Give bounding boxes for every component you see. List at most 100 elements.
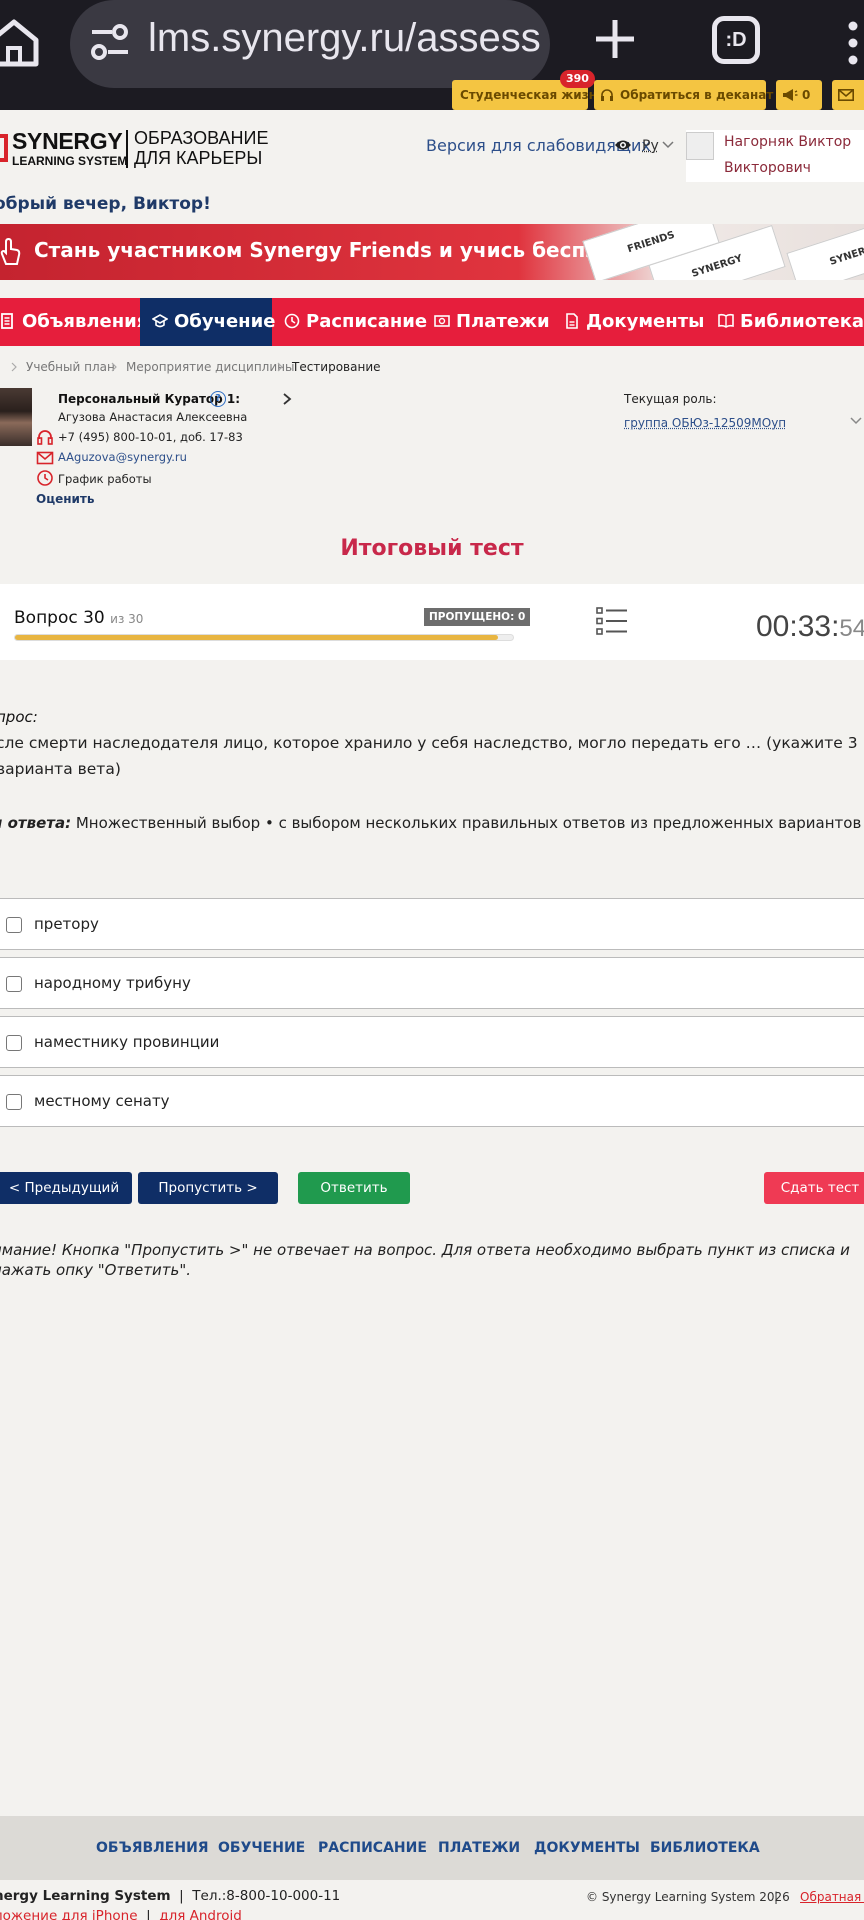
footer-phone[interactable]: Тел.:8-800-10-000-11 bbox=[192, 1888, 340, 1904]
user-name-first[interactable]: Нагорняк Виктор bbox=[724, 134, 851, 150]
nav-item-payments[interactable]: Платежи bbox=[434, 298, 546, 346]
footer-link-announcements[interactable]: ОБЪЯВЛЕНИЯ bbox=[96, 1840, 209, 1856]
footer-link-payments[interactable]: ПЛАТЕЖИ bbox=[438, 1840, 520, 1856]
answer-option[interactable]: местному сенату bbox=[0, 1075, 864, 1127]
contact-dean-button[interactable]: Обратиться в деканат 7 bbox=[594, 80, 766, 110]
chevron-down-icon[interactable] bbox=[662, 140, 674, 150]
banner-card: SYNERGY bbox=[786, 224, 864, 280]
help-icon[interactable]: ? bbox=[210, 391, 226, 407]
footer-link-learning[interactable]: ОБУЧЕНИЕ bbox=[218, 1840, 305, 1856]
warning-text: имание! Кнопка "Пропустить >" не отвечае… bbox=[0, 1240, 864, 1280]
footer-bottom: nergy Learning System | Тел.:8-800-10-00… bbox=[0, 1880, 864, 1920]
main-navigation: Объявления Обучение Расписание Платежи Д… bbox=[0, 298, 864, 346]
submit-test-button[interactable]: Сдать тест bbox=[764, 1172, 864, 1204]
mail-icon bbox=[36, 449, 54, 467]
nav-label: Платежи bbox=[456, 311, 550, 332]
app-android-link[interactable]: для Android bbox=[159, 1908, 242, 1920]
option-checkbox[interactable] bbox=[6, 917, 22, 933]
nav-item-learning[interactable]: Обучение bbox=[140, 298, 272, 346]
new-tab-icon[interactable] bbox=[592, 16, 638, 62]
option-label[interactable]: претору bbox=[34, 915, 99, 933]
answer-option[interactable]: народному трибуну bbox=[0, 957, 864, 1009]
chevron-right-icon[interactable] bbox=[282, 392, 292, 406]
footer-brand: nergy Learning System | Тел.:8-800-10-00… bbox=[0, 1888, 340, 1904]
footer-copyright: © Synergy Learning System 2026 bbox=[586, 1890, 790, 1904]
chevron-down-icon[interactable] bbox=[850, 416, 862, 426]
footer-apps: ложение для iPhone | для Android bbox=[0, 1908, 242, 1920]
footer-link-library[interactable]: БИБЛИОТЕКА bbox=[650, 1840, 760, 1856]
nav-label: Расписание bbox=[306, 311, 427, 332]
timer-seconds: 54 bbox=[839, 615, 864, 642]
logo-tagline: ОБРАЗОВАНИЕ ДЛЯ КАРЬЕРЫ bbox=[134, 128, 268, 168]
nav-label: Объявления bbox=[22, 311, 148, 332]
footer-link-documents[interactable]: ДОКУМЕНТЫ bbox=[534, 1840, 640, 1856]
option-checkbox[interactable] bbox=[6, 976, 22, 992]
option-label[interactable]: местному сенату bbox=[34, 1092, 170, 1110]
book-icon bbox=[718, 313, 734, 329]
option-checkbox[interactable] bbox=[6, 1094, 22, 1110]
site-header: SYNERGY LEARNING SYSTEM ОБРАЗОВАНИЕ ДЛЯ … bbox=[0, 110, 864, 220]
role-select[interactable]: группа ОБЮз-12509МОуп bbox=[624, 416, 786, 430]
option-checkbox[interactable] bbox=[6, 1035, 22, 1051]
nav-item-documents[interactable]: Документы bbox=[564, 298, 694, 346]
graduation-cap-icon bbox=[152, 313, 168, 329]
user-name-last[interactable]: Викторович bbox=[724, 160, 811, 176]
curator-phone[interactable]: +7 (495) 800-10-01, доб. 17-83 bbox=[58, 430, 243, 444]
nav-label: Обучение bbox=[174, 311, 275, 332]
question-label: прос: bbox=[0, 708, 38, 726]
nav-label: Библиотека bbox=[740, 311, 864, 332]
answer-button[interactable]: Ответить bbox=[298, 1172, 410, 1204]
chevron-right-icon bbox=[10, 362, 18, 372]
skip-button[interactable]: Пропустить > bbox=[138, 1172, 278, 1204]
footer-feedback-link[interactable]: Обратная св bbox=[800, 1890, 864, 1904]
footer-link-schedule[interactable]: РАСПИСАНИЕ bbox=[318, 1840, 427, 1856]
nav-item-schedule[interactable]: Расписание bbox=[284, 298, 420, 346]
answer-option[interactable]: наместнику провинции bbox=[0, 1016, 864, 1068]
footer-brand-name: nergy Learning System bbox=[0, 1888, 171, 1904]
clock-icon bbox=[36, 469, 54, 487]
more-menu-icon[interactable] bbox=[846, 20, 860, 66]
timer-main: 00:33: bbox=[756, 610, 839, 643]
question-number: Вопрос 30 из 30 bbox=[14, 608, 143, 628]
promo-banner[interactable]: Стань участником Synergy Friends и учись… bbox=[0, 224, 864, 280]
student-life-badge: 390 bbox=[560, 70, 595, 88]
answer-type: п ответа: Множественный выбор • с выборо… bbox=[0, 814, 861, 832]
chevron-right-icon bbox=[276, 362, 284, 372]
option-label[interactable]: народному трибуну bbox=[34, 974, 191, 992]
breadcrumb-curriculum[interactable]: Учебный план bbox=[26, 360, 115, 374]
logo-tagline-1: ОБРАЗОВАНИЕ bbox=[134, 128, 268, 148]
previous-button[interactable]: < Предыдущий bbox=[0, 1172, 132, 1204]
app-iphone-link[interactable]: ложение для iPhone bbox=[0, 1908, 138, 1920]
question-number-label: Вопрос 30 bbox=[14, 608, 105, 628]
option-label[interactable]: наместнику провинции bbox=[34, 1033, 219, 1051]
answer-type-text: Множественный выбор • с выбором нескольк… bbox=[76, 814, 861, 832]
curator-photo bbox=[0, 388, 32, 446]
user-menu[interactable]: Нагорняк Виктор Викторович bbox=[686, 130, 864, 182]
chevron-right-icon bbox=[110, 362, 118, 372]
progress-bar bbox=[14, 634, 514, 641]
answer-option[interactable]: претору bbox=[0, 898, 864, 950]
site-settings-icon[interactable] bbox=[88, 20, 132, 64]
avatar[interactable] bbox=[686, 132, 714, 160]
question-text: сле смерти наследодателя лицо, которое х… bbox=[0, 730, 864, 782]
footer-separator: | bbox=[774, 1890, 778, 1904]
banner-text[interactable]: Стань участником Synergy Friends и учись… bbox=[34, 238, 662, 262]
tab-switcher-icon[interactable]: :D bbox=[712, 16, 760, 64]
logo-mark-icon bbox=[0, 134, 8, 162]
curator-email[interactable]: AAguzova@synergy.ru bbox=[58, 450, 187, 464]
headset-icon bbox=[600, 88, 614, 102]
greeting-text: обрый вечер, Виктор! bbox=[0, 194, 211, 214]
role-label: Текущая роль: bbox=[624, 392, 717, 406]
breadcrumb-discipline-event[interactable]: Мероприятие дисциплины bbox=[126, 360, 294, 374]
eye-icon[interactable] bbox=[614, 138, 632, 152]
home-icon[interactable] bbox=[0, 14, 42, 70]
url-text[interactable]: lms.synergy.ru/assess bbox=[148, 16, 541, 61]
nav-item-library[interactable]: Библиотека bbox=[718, 298, 864, 346]
nav-item-announcements[interactable]: Объявления bbox=[0, 298, 134, 346]
question-list-icon[interactable] bbox=[596, 606, 628, 636]
skipped-badge: ПРОПУЩЕНО: 0 bbox=[424, 608, 530, 626]
rate-curator-link[interactable]: Оценить bbox=[36, 492, 94, 506]
nav-label: Документы bbox=[586, 311, 704, 332]
language-select[interactable]: Ру bbox=[642, 138, 659, 154]
curator-schedule-link[interactable]: График работы bbox=[58, 472, 152, 486]
